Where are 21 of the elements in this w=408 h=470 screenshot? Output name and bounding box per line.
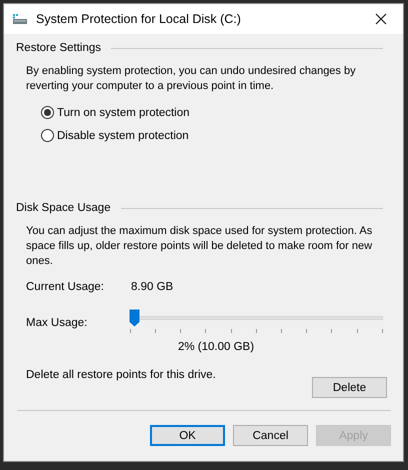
- slider-thumb[interactable]: [128, 309, 140, 327]
- current-usage-label: Current Usage:: [26, 281, 105, 293]
- delete-button[interactable]: Delete: [312, 377, 387, 398]
- delete-description: Delete all restore points for this drive.: [26, 369, 216, 381]
- description-text: You can adjust the maximum disk space used for system protection. As space fills up, older restore points will be deleted to make room for new ones.: [26, 224, 374, 269]
- description-text: By enabling system protection, you can undo undesired changes by reverting your computer to a previous point in time.: [26, 64, 357, 94]
- radio-option[interactable]: Disable system protection: [41, 129, 383, 142]
- close-icon: [375, 13, 387, 25]
- current-usage-value: 8.90 GB: [131, 281, 174, 293]
- group-heading: Restore Settings: [16, 42, 102, 54]
- max-usage-slider[interactable]: [130, 311, 383, 335]
- drive-icon: [12, 13, 28, 25]
- group-heading: Disk Space Usage: [16, 202, 111, 214]
- window-title: System Protection for Local Disk (C:): [36, 12, 242, 26]
- radio-button[interactable]: [41, 129, 54, 142]
- dialog-button[interactable]: Cancel: [233, 425, 308, 446]
- radio-button[interactable]: [41, 106, 54, 119]
- radio-option[interactable]: Turn on system protection: [41, 106, 383, 119]
- max-usage-reading: 2% (10.00 GB): [176, 341, 256, 353]
- max-usage-label: Max Usage:: [26, 317, 88, 329]
- dialog-button[interactable]: OK: [150, 425, 225, 446]
